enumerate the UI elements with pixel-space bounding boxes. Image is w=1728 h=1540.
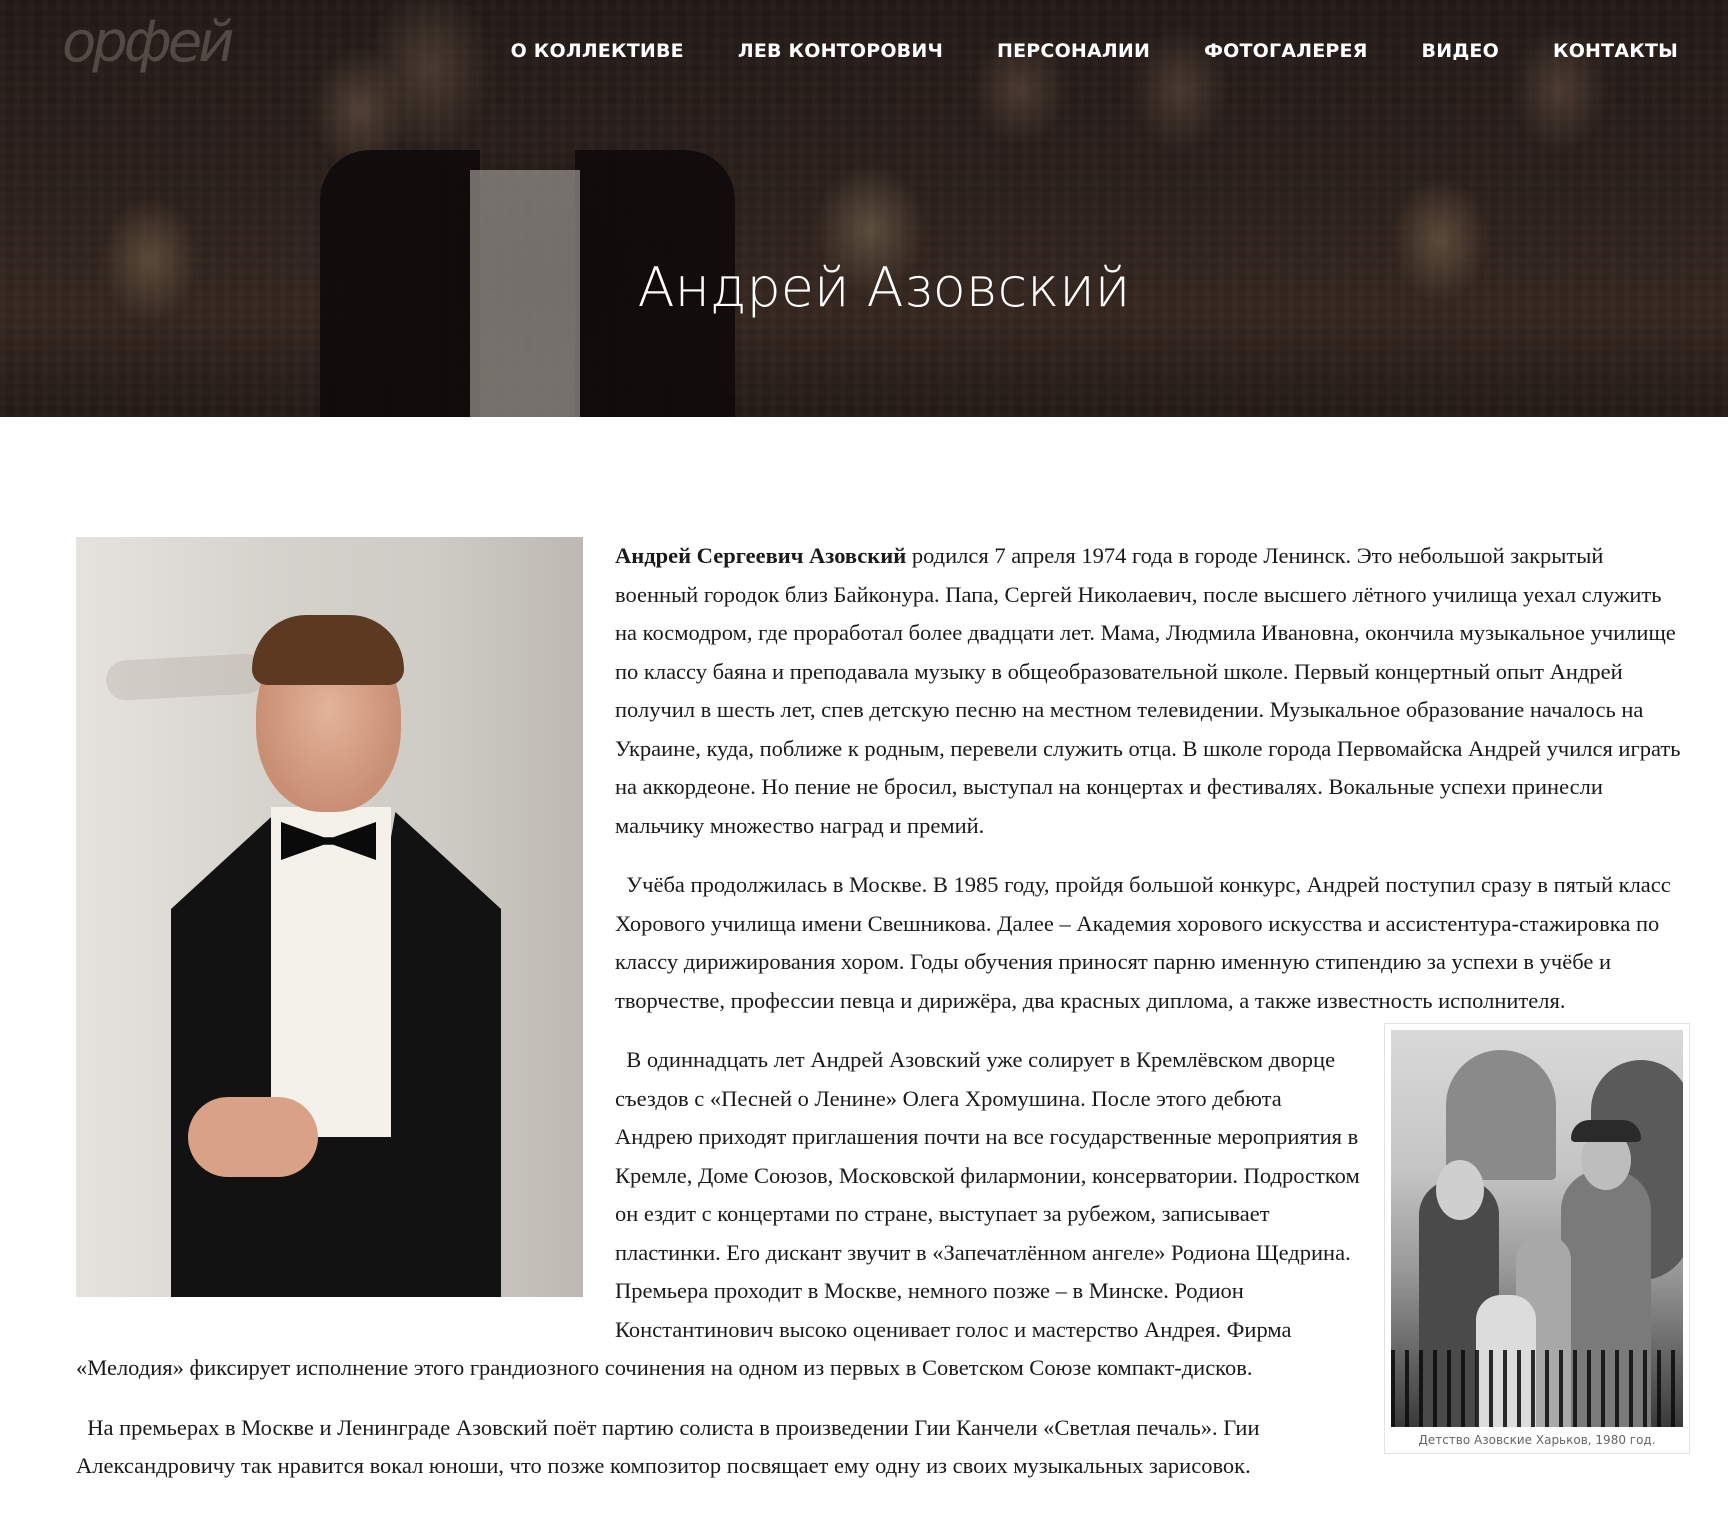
nav-item-lev-kontorovich[interactable]: ЛЕВ КОНТОРОВИЧ [738, 40, 943, 62]
bio-paragraph-1-text: родился 7 апреля 1974 года в городе Лени… [615, 543, 1681, 838]
main-nav: О КОЛЛЕКТИВЕ ЛЕВ КОНТОРОВИЧ ПЕРСОНАЛИИ Ф… [457, 40, 1678, 62]
nav-item-contacts[interactable]: КОНТАКТЫ [1553, 40, 1678, 62]
hero-background-image [0, 0, 1728, 417]
portrait-photo [76, 537, 583, 1297]
nav-item-video[interactable]: ВИДЕО [1422, 40, 1499, 62]
page-title: Андрей Азовский [637, 256, 1131, 319]
site-logo[interactable]: орфей [62, 10, 235, 75]
nav-item-photo-gallery[interactable]: ФОТОГАЛЕРЕЯ [1204, 40, 1367, 62]
nav-item-personalities[interactable]: ПЕРСОНАЛИИ [997, 40, 1150, 62]
nav-item-about[interactable]: О КОЛЛЕКТИВЕ [511, 40, 684, 62]
family-photo-figure: Детство Азовские Харьков, 1980 год. [1384, 1023, 1690, 1454]
family-photo [1391, 1030, 1683, 1427]
family-photo-caption: Детство Азовские Харьков, 1980 год. [1418, 1433, 1656, 1447]
bio-name: Андрей Сергеевич Азовский [615, 543, 907, 568]
article-content: Андрей Сергеевич Азовский родился 7 апре… [76, 537, 1690, 1507]
